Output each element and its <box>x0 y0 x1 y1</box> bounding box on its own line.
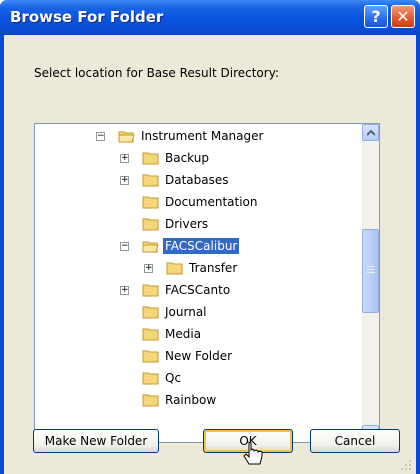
folder-tree[interactable]: − Instrument Manager + Backup + Database… <box>34 123 380 443</box>
tree-item-label: Instrument Manager <box>141 129 264 143</box>
title-bar[interactable]: Browse For Folder ? ✕ <box>0 0 420 35</box>
tree-item-journal[interactable]: Journal <box>142 302 209 322</box>
mouse-pointer-icon <box>243 441 263 465</box>
folder-icon <box>142 174 159 187</box>
browse-for-folder-dialog: Browse For Folder ? ✕ Select location fo… <box>0 0 420 474</box>
tree-item-label: Journal <box>165 305 207 319</box>
chevron-up-icon <box>367 130 375 136</box>
help-button[interactable]: ? <box>364 5 388 28</box>
vertical-scrollbar[interactable] <box>362 124 379 442</box>
tree-item-media[interactable]: Media <box>142 324 203 344</box>
thumb-grip <box>367 272 375 273</box>
tree-item-facscanto[interactable]: + FACSCanto <box>120 280 232 300</box>
tree-item-label: New Folder <box>165 349 233 363</box>
tree-item-facscalibur[interactable]: − FACSCalibur <box>120 236 240 256</box>
tree-item-rainbow[interactable]: Rainbow <box>142 390 218 410</box>
folder-icon <box>142 350 159 363</box>
tree-item-drivers[interactable]: Drivers <box>142 214 210 234</box>
tree-item-label: Transfer <box>189 261 238 275</box>
folder-icon <box>142 306 159 319</box>
make-new-folder-button[interactable]: Make New Folder <box>33 429 159 453</box>
tree-item-qc[interactable]: Qc <box>142 368 183 388</box>
prompt-text: Select location for Base Result Director… <box>34 66 279 80</box>
expand-icon[interactable]: + <box>120 286 129 295</box>
folder-icon <box>142 394 159 407</box>
expand-icon[interactable]: + <box>120 176 129 185</box>
tree-item-label: Drivers <box>165 217 209 231</box>
folder-icon <box>166 262 183 275</box>
folder-icon <box>142 372 159 385</box>
tree-item-label: FACSCanto <box>165 283 231 297</box>
folder-icon <box>142 284 159 297</box>
thumb-grip <box>367 269 375 270</box>
folder-icon <box>142 152 159 165</box>
folder-icon <box>142 218 159 231</box>
folder-open-icon <box>142 241 159 253</box>
tree-item-transfer[interactable]: + Transfer <box>144 258 239 278</box>
tree-item-label: Documentation <box>165 195 258 209</box>
tree-item-new-folder[interactable]: New Folder <box>142 346 234 366</box>
scrollbar-thumb[interactable] <box>362 229 379 313</box>
expand-icon[interactable]: + <box>120 154 129 163</box>
tree-item-label: Databases <box>165 173 229 187</box>
resize-grip-icon[interactable] <box>400 459 412 471</box>
cancel-button[interactable]: Cancel <box>310 429 400 453</box>
folder-icon <box>142 328 159 341</box>
tree-item-label: Qc <box>165 371 182 385</box>
tree-item-instrument-manager[interactable]: − Instrument Manager <box>96 126 265 146</box>
folder-open-icon <box>118 131 135 143</box>
expand-icon[interactable]: + <box>144 264 153 273</box>
dialog-body: Select location for Base Result Director… <box>4 35 416 474</box>
tree-item-backup[interactable]: + Backup <box>120 148 211 168</box>
folder-icon <box>142 196 159 209</box>
tree-item-databases[interactable]: + Databases <box>120 170 231 190</box>
scroll-up-button[interactable] <box>362 124 379 141</box>
tree-item-label: FACSCalibur <box>163 238 240 254</box>
close-button[interactable]: ✕ <box>391 5 415 28</box>
tree-item-documentation[interactable]: Documentation <box>142 192 260 212</box>
tree-item-label: Rainbow <box>165 393 217 407</box>
collapse-icon[interactable]: − <box>120 242 129 251</box>
collapse-icon[interactable]: − <box>96 132 105 141</box>
tree-item-label: Media <box>165 327 202 341</box>
thumb-grip <box>367 266 375 267</box>
tree-item-label: Backup <box>165 151 209 165</box>
window-title: Browse For Folder <box>10 8 164 26</box>
